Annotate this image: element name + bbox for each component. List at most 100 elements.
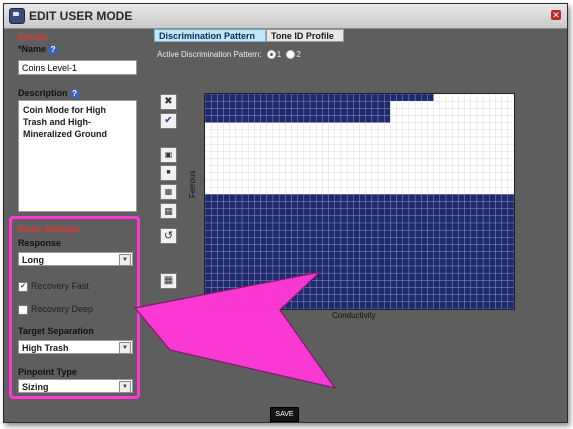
grid-cell[interactable] (328, 194, 335, 202)
grid-cell[interactable] (371, 129, 379, 138)
grid-cell[interactable] (365, 237, 373, 245)
grid-cell[interactable] (371, 301, 379, 309)
grid-cell[interactable] (205, 165, 212, 174)
grid-cell[interactable] (414, 179, 422, 188)
grid-cell[interactable] (451, 201, 459, 209)
grid-cell[interactable] (421, 251, 428, 260)
grid-cell[interactable] (322, 244, 329, 252)
grid-cell[interactable] (427, 287, 434, 295)
grid-cell[interactable] (433, 165, 441, 174)
grid-cell[interactable] (377, 129, 385, 138)
grid-cell[interactable] (458, 122, 465, 131)
grid-cell[interactable] (482, 301, 490, 309)
grid-cell[interactable] (254, 115, 261, 123)
grid-cell[interactable] (414, 208, 422, 217)
grid-cell[interactable] (322, 122, 329, 131)
grid-cell[interactable] (316, 136, 323, 145)
grid-cell[interactable] (451, 215, 459, 224)
grid-cell[interactable] (340, 251, 348, 260)
grid-cell[interactable] (414, 258, 422, 267)
grid-cell[interactable] (353, 222, 360, 231)
grid-cell[interactable] (346, 186, 354, 195)
grid-cell[interactable] (365, 94, 373, 102)
grid-cell[interactable] (402, 301, 410, 309)
grid-cell[interactable] (371, 136, 379, 145)
grid-cell[interactable] (272, 158, 280, 166)
grid-cell[interactable] (427, 201, 434, 209)
grid-cell[interactable] (353, 108, 360, 116)
grid-cell[interactable] (278, 237, 286, 245)
grid-cell[interactable] (402, 136, 410, 145)
grid-cell[interactable] (445, 165, 453, 174)
grid-cell[interactable] (390, 301, 397, 309)
grid-cell[interactable] (365, 222, 373, 231)
grid-cell[interactable] (359, 100, 366, 109)
grid-cell[interactable] (495, 194, 502, 202)
grid-cell[interactable] (365, 229, 373, 238)
grid-cell[interactable] (507, 229, 514, 238)
grid-cell[interactable] (495, 215, 502, 224)
grid-cell[interactable] (489, 100, 496, 109)
grid-cell[interactable] (340, 237, 348, 245)
grid-cell[interactable] (390, 165, 397, 174)
grid-cell[interactable] (322, 258, 329, 267)
grid-cell[interactable] (254, 108, 261, 116)
grid-cell[interactable] (445, 108, 453, 116)
grid-cell[interactable] (501, 294, 509, 303)
grid-cell[interactable] (464, 280, 471, 288)
grid-cell[interactable] (408, 237, 416, 245)
grid-cell[interactable] (464, 222, 471, 231)
grid-cell[interactable] (229, 129, 237, 138)
grid-cell[interactable] (248, 222, 255, 231)
grid-cell[interactable] (316, 143, 323, 152)
grid-cell[interactable] (482, 251, 490, 260)
grid-cell[interactable] (260, 244, 267, 252)
grid-cell[interactable] (476, 194, 484, 202)
grid-cell[interactable] (210, 108, 218, 116)
grid-cell[interactable] (396, 100, 403, 109)
grid-cell[interactable] (439, 122, 447, 131)
grid-cell[interactable] (241, 151, 249, 159)
grid-cell[interactable] (291, 229, 298, 238)
grid-cell[interactable] (433, 136, 441, 145)
grid-cell[interactable] (316, 208, 323, 217)
grid-cell[interactable] (291, 129, 298, 138)
grid-cell[interactable] (340, 229, 348, 238)
grid-cell[interactable] (384, 122, 391, 131)
grid-cell[interactable] (427, 272, 434, 281)
grid-cell[interactable] (278, 151, 286, 159)
grid-cell[interactable] (464, 244, 471, 252)
grid-cell[interactable] (433, 143, 441, 152)
grid-cell[interactable] (501, 222, 509, 231)
grid-cell[interactable] (482, 136, 490, 145)
grid-cell[interactable] (402, 258, 410, 267)
grid-cell[interactable] (408, 172, 416, 181)
grid-cell[interactable] (396, 280, 403, 288)
grid-cell[interactable] (433, 280, 441, 288)
grid-cell[interactable] (217, 186, 224, 195)
grid-cell[interactable] (322, 208, 329, 217)
grid-cell[interactable] (501, 201, 509, 209)
grid-cell[interactable] (254, 208, 261, 217)
grid-cell[interactable] (309, 186, 317, 195)
grid-cell[interactable] (223, 251, 230, 260)
grid-cell[interactable] (501, 280, 509, 288)
grid-cell[interactable] (476, 108, 484, 116)
grid-cell[interactable] (445, 122, 453, 131)
grid-cell[interactable] (495, 151, 502, 159)
grid-cell[interactable] (346, 294, 354, 303)
grid-cell[interactable] (322, 129, 329, 138)
grid-cell[interactable] (408, 94, 416, 102)
grid-cell[interactable] (365, 186, 373, 195)
grid-cell[interactable] (507, 186, 514, 195)
grid-cell[interactable] (396, 265, 403, 274)
grid-cell[interactable] (217, 151, 224, 159)
grid-cell[interactable] (278, 165, 286, 174)
grid-cell[interactable] (334, 237, 342, 245)
grid-cell[interactable] (390, 208, 397, 217)
brush-small-icon[interactable]: ■ (160, 165, 177, 181)
grid-cell[interactable] (414, 294, 422, 303)
grid-cell[interactable] (272, 237, 280, 245)
grid-cell[interactable] (241, 115, 249, 123)
grid-cell[interactable] (489, 129, 496, 138)
